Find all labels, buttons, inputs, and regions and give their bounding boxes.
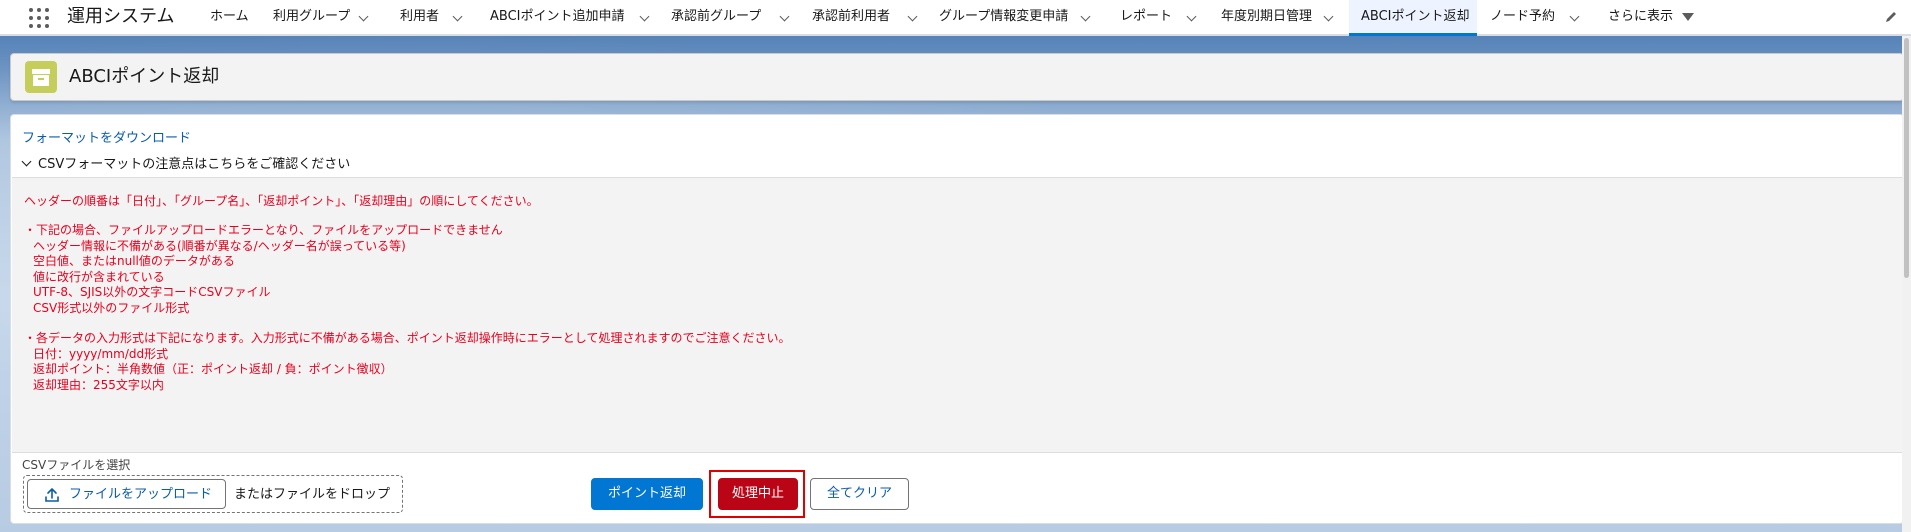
nav-item-reports[interactable]: レポート	[1120, 0, 1172, 34]
chevron-down-icon[interactable]	[907, 11, 918, 22]
note-line: ヘッダー情報に不備がある(順番が異なる/ヘッダー名が誤っている等)	[33, 239, 406, 253]
chevron-down-icon[interactable]	[452, 11, 463, 22]
chevron-down-icon	[21, 156, 32, 167]
upload-icon	[45, 488, 59, 502]
nav-item-home[interactable]: ホーム	[210, 0, 249, 34]
point-return-card: フォーマットをダウンロード CSVフォーマットの注意点はこちらをご確認ください …	[10, 114, 1904, 524]
nav-item-fiscal-deadline-management[interactable]: 年度別期日管理	[1221, 0, 1312, 34]
upload-file-button[interactable]: ファイルをアップロード	[27, 479, 226, 509]
clear-all-button[interactable]: 全てクリア	[810, 478, 909, 510]
note-line: 返却ポイント：半角数値（正：ポイント返却 / 負：ポイント徴収）	[33, 362, 393, 376]
csv-notes-panel: ヘッダーの順番は「日付」、「グループ名」、「返却ポイント」、「返却理由」の順にし…	[12, 177, 1902, 453]
chevron-down-icon[interactable]	[358, 11, 369, 22]
stop-processing-button[interactable]: 処理中止	[718, 478, 798, 510]
chevron-down-icon[interactable]	[1080, 11, 1091, 22]
note-line: ・下記の場合、ファイルアップロードエラーとなり、ファイルをアップロードできません	[24, 223, 503, 237]
note-line: 日付：yyyy/mm/dd形式	[33, 347, 169, 361]
archive-box-icon	[25, 61, 57, 93]
edit-pencil-icon[interactable]	[1884, 10, 1898, 24]
caret-down-icon[interactable]	[1682, 13, 1694, 21]
csv-file-label: CSVファイルを選択	[22, 458, 131, 472]
nav-item-abci-point-return[interactable]: ABCIポイント返却	[1361, 0, 1470, 34]
chevron-down-icon[interactable]	[779, 11, 790, 22]
chevron-down-icon[interactable]	[639, 11, 650, 22]
file-dropzone[interactable]: ファイルをアップロード またはファイルをドロップ	[23, 475, 403, 513]
upload-button-label: ファイルをアップロード	[69, 487, 213, 502]
global-nav-bar: 運用システム ホーム 利用グループ 利用者 ABCIポイント追加申請 承認前グル…	[0, 0, 1911, 36]
return-points-button[interactable]: ポイント返却	[591, 478, 703, 510]
download-format-link[interactable]: フォーマットをダウンロード	[22, 130, 191, 148]
chevron-down-icon[interactable]	[1186, 11, 1197, 22]
nav-item-group-info-change-request[interactable]: グループ情報変更申請	[939, 0, 1068, 34]
note-line: 返却理由：255文字以内	[33, 378, 164, 392]
nav-item-pending-users[interactable]: 承認前利用者	[812, 0, 890, 34]
nav-more-button[interactable]: さらに表示	[1608, 0, 1673, 34]
note-line: CSV形式以外のファイル形式	[33, 301, 190, 315]
app-name: 運用システム	[67, 6, 175, 27]
note-line: 空白値、またはnull値のデータがある	[33, 254, 235, 268]
note-line: UTF-8、SJIS以外の文字コードCSVファイル	[33, 285, 271, 299]
chevron-down-icon[interactable]	[1569, 11, 1580, 22]
section-toggle-label: CSVフォーマットの注意点はこちらをご確認ください	[38, 157, 351, 172]
note-line: ヘッダーの順番は「日付」、「グループ名」、「返却ポイント」、「返却理由」の順にし…	[24, 194, 539, 208]
app-launcher-icon[interactable]	[29, 8, 49, 28]
drop-hint-text: またはファイルをドロップ	[234, 487, 391, 502]
nav-item-usage-groups[interactable]: 利用グループ	[273, 0, 350, 34]
nav-item-abci-point-add-request[interactable]: ABCIポイント追加申請	[490, 0, 625, 34]
nav-item-users[interactable]: 利用者	[400, 0, 439, 34]
note-line: 値に改行が含まれている	[33, 270, 165, 284]
nav-item-pending-groups[interactable]: 承認前グループ	[671, 0, 761, 34]
nav-item-node-reservation[interactable]: ノード予約	[1490, 0, 1555, 34]
page-header: ABCIポイント返却	[10, 53, 1904, 101]
chevron-down-icon[interactable]	[1323, 11, 1334, 22]
page-title: ABCIポイント返却	[69, 66, 220, 87]
page-scrollbar-thumb[interactable]	[1904, 38, 1909, 278]
note-line: ・各データの入力形式は下記になります。入力形式に不備がある場合、ポイント返却操作…	[24, 331, 791, 345]
